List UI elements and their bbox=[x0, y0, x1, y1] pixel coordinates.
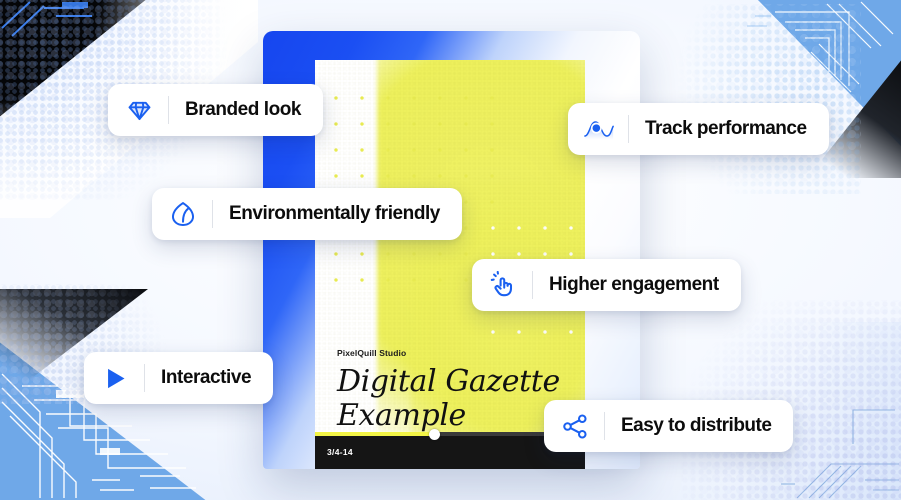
feature-chip-higher-engagement[interactable]: Higher engagement bbox=[472, 259, 741, 311]
feature-chip-interactive[interactable]: Interactive bbox=[84, 352, 274, 404]
play-icon bbox=[100, 363, 130, 393]
chip-label: Environmentally friendly bbox=[229, 203, 440, 224]
tap-gesture-icon bbox=[488, 270, 518, 300]
page-counter-label: 3/4-14 bbox=[327, 447, 353, 457]
diamond-icon bbox=[124, 95, 154, 125]
leaf-icon bbox=[168, 199, 198, 229]
chip-divider bbox=[144, 364, 145, 392]
document-brand-name: PixelQuill Studio bbox=[337, 348, 407, 358]
share-icon bbox=[560, 411, 590, 441]
chip-label: Interactive bbox=[161, 367, 252, 388]
chip-label: Easy to distribute bbox=[621, 415, 772, 436]
analytics-curve-icon bbox=[584, 114, 614, 144]
progress-bar-handle[interactable] bbox=[428, 429, 440, 440]
circuit-traces-top-right bbox=[741, 0, 901, 110]
feature-chip-track-performance[interactable]: Track performance bbox=[568, 103, 829, 155]
document-title: Digital Gazette Example bbox=[337, 364, 560, 433]
feature-chip-environmentally-friendly[interactable]: Environmentally friendly bbox=[152, 188, 462, 240]
progress-bar-fill bbox=[315, 432, 434, 436]
chip-divider bbox=[604, 412, 605, 440]
speckle-top-right bbox=[661, 4, 861, 194]
feature-chip-branded-look[interactable]: Branded look bbox=[108, 84, 324, 136]
chip-divider bbox=[532, 271, 533, 299]
chip-label: Branded look bbox=[185, 99, 302, 120]
promo-banner: PixelQuill Studio Digital Gazette Exampl… bbox=[0, 0, 901, 500]
chip-label: Higher engagement bbox=[549, 274, 719, 295]
chip-divider bbox=[168, 96, 169, 124]
feature-chip-easy-to-distribute[interactable]: Easy to distribute bbox=[544, 400, 794, 452]
chip-divider bbox=[212, 200, 213, 228]
circuit-traces-top-left bbox=[0, 0, 120, 90]
chip-divider bbox=[628, 115, 629, 143]
chip-label: Track performance bbox=[645, 118, 807, 139]
